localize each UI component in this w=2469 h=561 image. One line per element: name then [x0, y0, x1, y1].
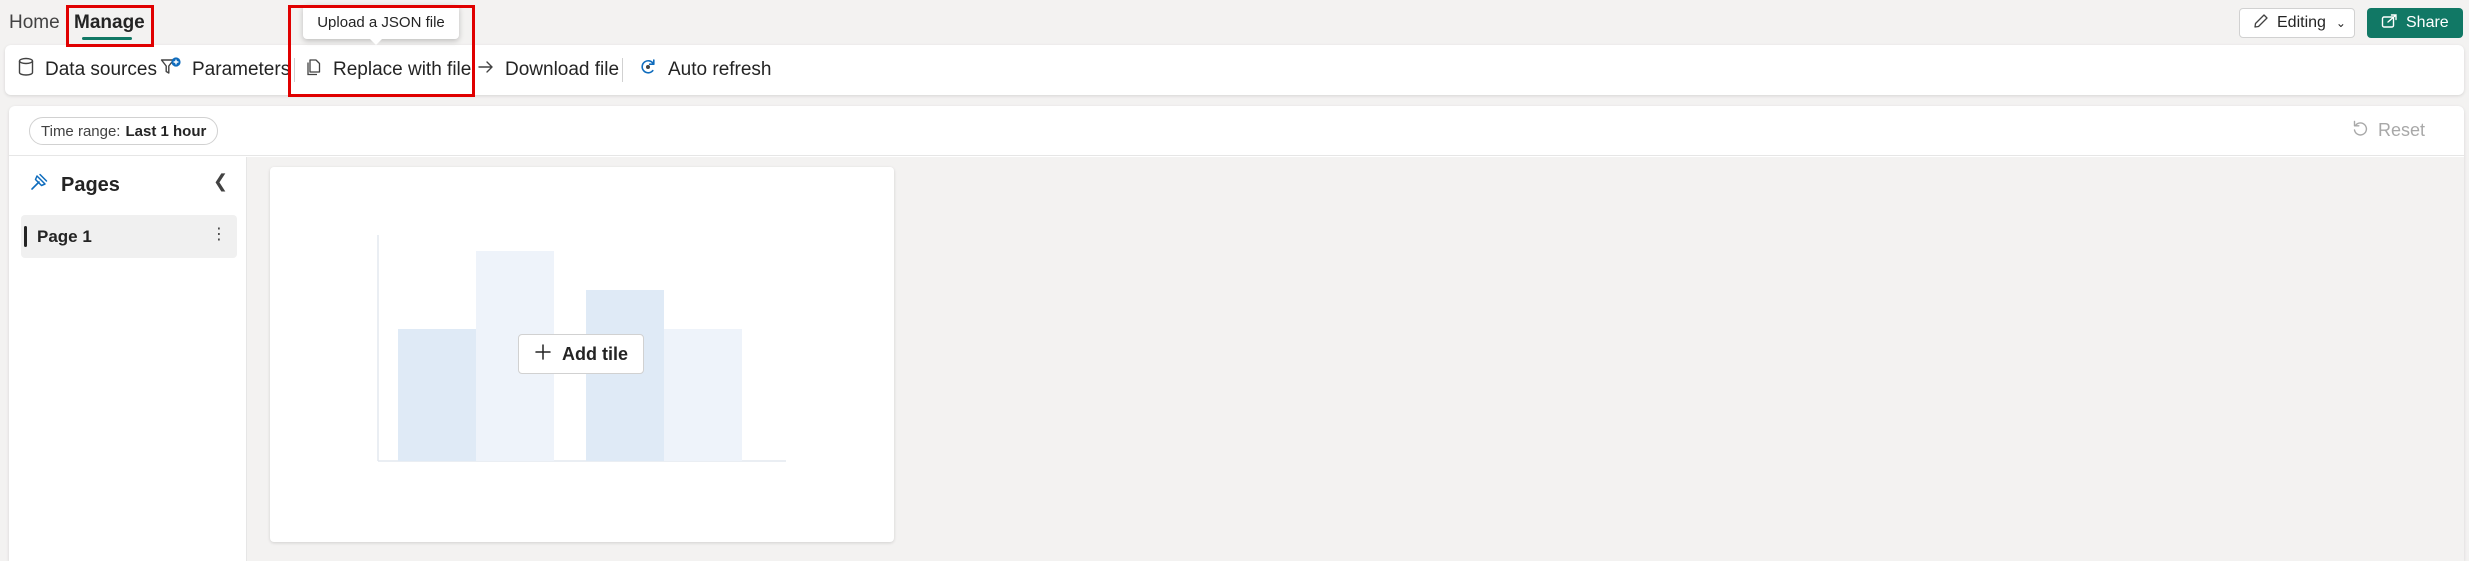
- database-icon: [17, 57, 35, 83]
- auto-refresh-button[interactable]: Auto refresh: [638, 45, 772, 95]
- tab-home[interactable]: Home: [9, 12, 60, 34]
- add-tile-button[interactable]: Add tile: [518, 334, 644, 374]
- parameters-label: Parameters: [192, 59, 291, 80]
- pages-header: Pages: [29, 172, 120, 198]
- download-file-label: Download file: [505, 59, 620, 80]
- reset-label: Reset: [2378, 120, 2426, 140]
- arrow-right-icon: [477, 58, 495, 82]
- highlight-manage-tab: [66, 5, 154, 47]
- data-sources-label: Data sources: [45, 59, 157, 80]
- page-item-label: Page 1: [37, 227, 92, 246]
- parameters-button[interactable]: Parameters: [160, 45, 290, 95]
- pencil-icon: [2253, 13, 2269, 34]
- dashboard-canvas: Add tile: [247, 157, 2464, 561]
- share-button[interactable]: Share: [2367, 8, 2463, 38]
- download-file-button[interactable]: Download file: [477, 45, 619, 95]
- reset-button[interactable]: Reset: [2351, 119, 2425, 142]
- filter-add-icon: [160, 57, 182, 83]
- time-range-value: Last 1 hour: [125, 122, 207, 140]
- toolbar-divider: [622, 58, 623, 82]
- pages-pane: Pages ❮ Page 1 ⋮: [9, 157, 247, 561]
- time-range-label: Time range:: [41, 122, 121, 140]
- time-range-filter[interactable]: Time range: Last 1 hour: [29, 117, 219, 145]
- plus-icon: [534, 343, 552, 366]
- empty-tile: Add tile: [270, 167, 894, 542]
- add-tile-label: Add tile: [562, 343, 628, 364]
- undo-icon: [2351, 119, 2369, 142]
- filter-bar: Time range: Last 1 hour Reset: [9, 106, 2464, 156]
- editing-label: Editing: [2277, 14, 2326, 31]
- selected-page-indicator: [24, 226, 27, 247]
- collapse-pane-icon[interactable]: ❮: [213, 171, 228, 192]
- dashboard-panel: Time range: Last 1 hour Reset Pages ❮ Pa…: [9, 106, 2464, 561]
- share-label: Share: [2406, 14, 2449, 31]
- share-icon: [2381, 13, 2398, 34]
- chevron-down-icon: ⌄: [2335, 16, 2346, 30]
- auto-refresh-label: Auto refresh: [668, 59, 772, 80]
- data-sources-button[interactable]: Data sources: [17, 45, 157, 95]
- pages-title: Pages: [61, 173, 120, 196]
- more-options-icon[interactable]: ⋮: [211, 224, 227, 244]
- page-item[interactable]: Page 1 ⋮: [21, 215, 237, 258]
- auto-refresh-icon: [638, 57, 658, 83]
- highlight-replace-with-file: [288, 5, 475, 97]
- editing-mode-button[interactable]: Editing ⌄: [2239, 8, 2355, 38]
- pages-icon: [29, 172, 49, 198]
